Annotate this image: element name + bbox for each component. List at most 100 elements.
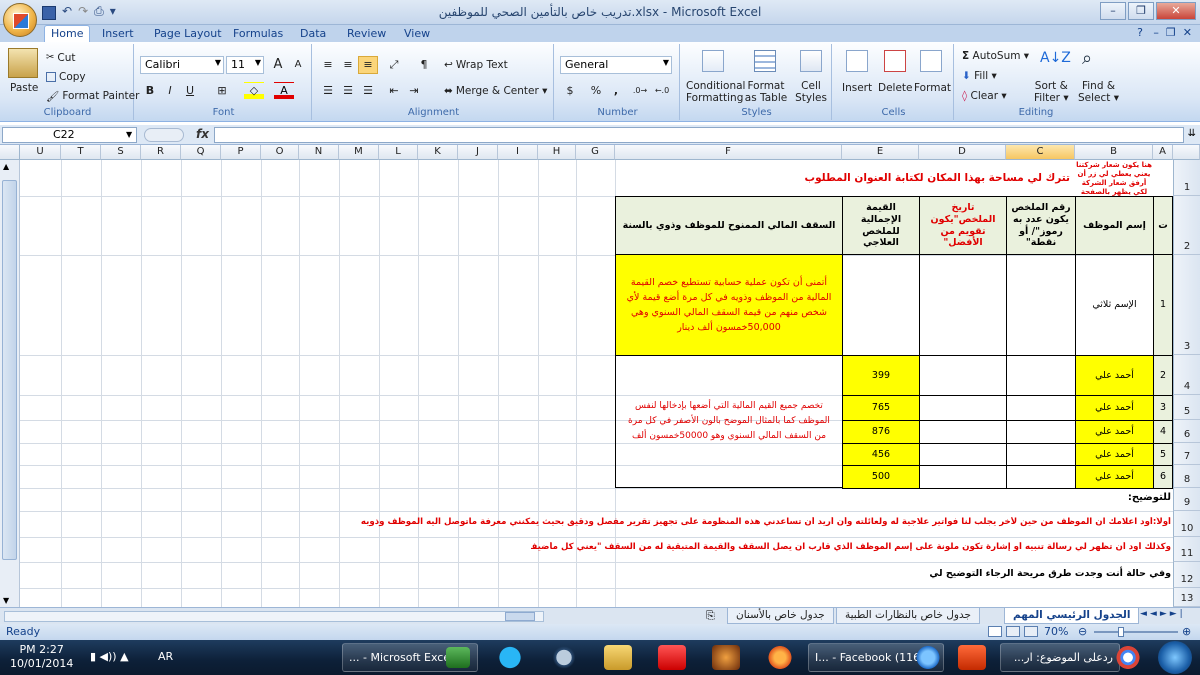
row-header-12[interactable]: 12 (1173, 562, 1200, 588)
sort-filter-button[interactable]: Sort & Filter ▾ (1034, 80, 1069, 104)
header-employee-name[interactable]: إسم الموظف (1075, 196, 1154, 255)
header-seq[interactable]: ت (1153, 196, 1173, 255)
wrap-text-button[interactable]: ↩ Wrap Text (444, 59, 508, 71)
taskbar-forum-post[interactable]: ردعلى الموضوع: ار... (1000, 643, 1120, 672)
data-row-total[interactable]: 500 (842, 465, 920, 489)
number-format-select[interactable]: General ▼ (560, 56, 672, 74)
sheet-tab-dental[interactable]: جدول خاص بالأسنان (727, 608, 834, 624)
sheet-tab-main[interactable]: الجدول الرئيسي المهم (1004, 608, 1140, 624)
column-header-f[interactable]: F (615, 145, 842, 160)
data-row-seq[interactable]: 6 (1153, 465, 1173, 489)
column-header-p[interactable]: P (221, 145, 261, 160)
horizontal-scrollbar[interactable] (4, 611, 544, 622)
normal-view-icon[interactable] (988, 626, 1002, 637)
underline-button[interactable]: U (180, 82, 200, 100)
paste-icon[interactable] (8, 48, 38, 78)
name-box[interactable]: C22 (2, 127, 137, 143)
close-button[interactable]: ✕ (1156, 2, 1196, 20)
align-bottom-icon[interactable]: ≡ (358, 56, 378, 74)
currency-button[interactable]: $ (560, 82, 580, 100)
column-header-g[interactable]: G (576, 145, 615, 160)
clock[interactable]: PM 2:27 10/01/2014 (10, 643, 73, 671)
chevron-down-icon[interactable]: ▼ (126, 130, 132, 139)
zoom-in-icon[interactable]: ⊕ (1182, 625, 1191, 638)
sheet-tab-glasses[interactable]: جدول خاص بالنظارات الطبية (836, 608, 980, 624)
help-icon[interactable]: ? (1137, 26, 1143, 39)
font-name-select[interactable]: Calibri ▼ (140, 56, 224, 74)
align-right-icon[interactable]: ☰ (358, 82, 378, 100)
row-header-13[interactable]: 13 (1173, 588, 1200, 607)
row-header-2[interactable]: 2 (1173, 196, 1200, 255)
decrease-decimal-icon[interactable]: ←.0 (652, 82, 672, 100)
row3-summary-date[interactable] (919, 254, 1007, 356)
video-icon[interactable] (958, 645, 986, 670)
tab-view[interactable]: View (398, 26, 436, 42)
tab-home[interactable]: Home (44, 25, 91, 43)
header-annual-ceiling[interactable]: السقف المالي الممنوح للموظف وذوي بالسنة (615, 196, 843, 255)
column-header-d[interactable]: D (919, 145, 1006, 160)
data-row-summary-date[interactable] (919, 355, 1007, 396)
cell-styles-button[interactable]: Cell Styles (792, 80, 830, 104)
tab-formulas[interactable]: Formulas (227, 26, 289, 42)
row-header-5[interactable]: 5 (1173, 395, 1200, 420)
bold-button[interactable]: B (140, 82, 160, 100)
sheet-nav-arrows[interactable]: ◄◄►►| (1140, 609, 1186, 619)
minimize-button[interactable]: – (1100, 2, 1126, 20)
restore-button[interactable]: ❐ (1128, 2, 1154, 20)
pdf-icon[interactable] (658, 645, 686, 670)
tab-data[interactable]: Data (294, 26, 332, 42)
comma-button[interactable]: , (606, 82, 626, 100)
increase-indent-icon[interactable]: ⇥ (404, 82, 424, 100)
column-header-j[interactable]: J (458, 145, 498, 160)
data-row-seq[interactable]: 4 (1153, 420, 1173, 444)
format-cells-button[interactable]: Format (914, 82, 951, 94)
insert-cells-button[interactable]: Insert (842, 82, 872, 94)
select-all-corner[interactable] (1173, 145, 1200, 160)
row3-employee[interactable]: الإسم ثلاثي (1075, 254, 1154, 356)
formula-input[interactable] (214, 127, 1184, 143)
data-row-summary-number[interactable] (1006, 420, 1076, 444)
data-row-total[interactable]: 876 (842, 420, 920, 444)
data-row-employee[interactable]: أحمد علي (1075, 465, 1154, 489)
data-row-employee[interactable]: أحمد علي (1075, 443, 1154, 466)
format-painter-button[interactable]: 🖌 Format Painter (46, 90, 139, 103)
column-header-u[interactable]: U (20, 145, 61, 160)
zoom-slider[interactable] (1094, 627, 1178, 637)
clarification-heading[interactable]: للتوضيح: (1128, 492, 1171, 503)
column-header-o[interactable]: O (261, 145, 299, 160)
column-header-c[interactable]: C (1006, 145, 1075, 160)
mini-close-icon[interactable]: ✕ (1183, 26, 1192, 39)
column-header-l[interactable]: L (379, 145, 418, 160)
logo-note-cell[interactable]: هنا يكون شعار شركتنا يعني يعطي لي زر أن … (1076, 161, 1152, 196)
app-icon[interactable] (550, 645, 578, 670)
data-row-summary-date[interactable] (919, 443, 1007, 466)
column-header-s[interactable]: S (101, 145, 141, 160)
mini-minimize-icon[interactable]: – (1153, 26, 1159, 39)
tab-page-layout[interactable]: Page Layout (148, 26, 228, 42)
autosum-button[interactable]: Σ AutoSum ▾ (962, 50, 1029, 62)
vertical-scrollbar[interactable]: ▲ ▼ (0, 160, 20, 607)
zoom-level[interactable]: 70% (1044, 625, 1068, 638)
tab-insert[interactable]: Insert (96, 26, 140, 42)
clarification-line-3[interactable]: وفي حالة أنت وجدت طرق مريحة الرجاء التوض… (929, 568, 1171, 579)
worksheet-grid[interactable]: U T S R Q P O N M L K J I H G F E D C B … (0, 145, 1200, 607)
row3-calculation-note[interactable]: أتمنى أن تكون عملية حسابية تستطيع خصم ال… (615, 254, 843, 356)
language-indicator[interactable]: AR (158, 650, 173, 663)
tray-icons[interactable]: ▮ ◀)) ▲ (90, 650, 129, 663)
row-header-8[interactable]: 8 (1173, 465, 1200, 488)
row-header-9[interactable]: 9 (1173, 488, 1200, 511)
data-row-summary-date[interactable] (919, 465, 1007, 489)
data-row-total[interactable]: 399 (842, 355, 920, 396)
row-header-3[interactable]: 3 (1173, 255, 1200, 355)
title-placeholder-cell[interactable]: تترك لي مساحة بهذا المكان لكتابة العنوان… (780, 172, 1070, 184)
font-size-select[interactable]: 11 ▼ (226, 56, 264, 74)
data-row-summary-number[interactable] (1006, 355, 1076, 396)
data-row-summary-date[interactable] (919, 420, 1007, 444)
fill-button[interactable]: ⬇ Fill ▾ (962, 70, 997, 82)
borders-icon[interactable]: ⊞ (212, 82, 232, 100)
delete-cells-button[interactable]: Delete (878, 82, 913, 94)
data-row-summary-number[interactable] (1006, 465, 1076, 489)
row3-summary-number[interactable] (1006, 254, 1076, 356)
row-header-4[interactable]: 4 (1173, 355, 1200, 395)
header-summary-date[interactable]: تاريخ الملخص"يكون تقويم من الأفضل" (919, 196, 1007, 255)
